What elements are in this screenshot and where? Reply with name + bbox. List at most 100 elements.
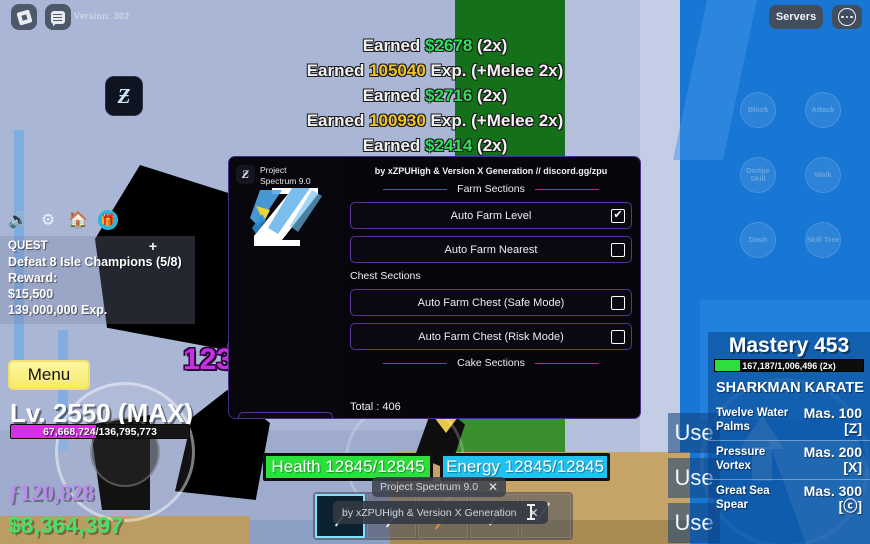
cheat-sections: Farm Sections Auto Farm Level ✔ Auto Farm N… xyxy=(342,183,640,369)
damage-number: 123 xyxy=(183,343,234,376)
earned-suffix: (2x) xyxy=(472,36,508,55)
gift-icon[interactable]: 🎁 xyxy=(98,210,118,230)
cheat-toggle-row[interactable]: Auto Farm Level ✔ xyxy=(350,202,632,229)
earned-prefix: Earned xyxy=(362,36,426,55)
cheat-brand-line2: Spectrum 9.0 xyxy=(260,175,311,186)
fighting-style-name: SHARKMAN KARATE xyxy=(716,380,864,396)
quest-panel: QUEST + Defeat 8 Isle Champions (5/8) Re… xyxy=(0,236,195,324)
mastery-move-list: Twelve Water Palms Mas. 100 [Z] Pressure Vo… xyxy=(708,402,870,518)
mastery-move-key: [Z] xyxy=(844,420,862,436)
earned-log-line: Earned $2716 (2x) xyxy=(0,83,870,108)
menu-button[interactable]: Menu xyxy=(8,360,90,390)
cheat-section-title: Farm Sections xyxy=(457,183,525,195)
cheat-brand-row: Ƶ Project Spectrum 9.0 xyxy=(229,157,342,186)
close-icon[interactable]: ✕ xyxy=(488,480,498,494)
cash-counter: $8,364,397 xyxy=(8,512,124,538)
quest-expand-button[interactable]: + xyxy=(149,238,157,254)
mastery-move-key: [X] xyxy=(843,459,862,475)
earned-log-line: Earned $2678 (2x) xyxy=(0,33,870,58)
checkbox-icon[interactable] xyxy=(611,242,625,257)
earned-prefix: Earned xyxy=(306,111,370,130)
mastery-move-row: Great Sea Spear Mas. 300 [ⓒ] xyxy=(708,479,870,518)
roblox-glyph xyxy=(15,8,33,26)
earned-log: Earned $2678 (2x) Earned 105040 Exp. (+Me… xyxy=(0,33,870,158)
action-circle-walk[interactable]: Walk xyxy=(805,157,841,193)
toast-notification-2[interactable]: by xZPUHigh & Version X Generation ✕ xyxy=(333,501,548,524)
mastery-move-name: Great Sea Spear xyxy=(716,485,770,511)
speaker-icon[interactable]: 🔊 xyxy=(8,210,28,230)
spectrum-logo-art xyxy=(248,188,324,250)
cheat-toggle-label: Auto Farm Chest (Risk Mode) xyxy=(418,330,564,343)
cheat-toggle-row[interactable]: Auto Farm Chest (Safe Mode) xyxy=(350,289,632,316)
mastery-progress-text: 167,187/1,006,496 (2x) xyxy=(742,360,836,371)
checkbox-icon[interactable] xyxy=(611,295,625,310)
section-rule-right xyxy=(534,362,599,364)
version-label: Version: 302 xyxy=(74,11,130,21)
earned-amount: 100930 xyxy=(369,111,426,130)
cheat-panel-sidebar: Ƶ Project Spectrum 9.0 SpectrumGeneralAu… xyxy=(229,157,342,418)
action-circle-dash[interactable]: Dash xyxy=(740,222,776,258)
cheat-total-label: Total : 406 xyxy=(350,401,401,413)
mastery-move-requirement: Mas. 100 [Z] xyxy=(804,406,862,436)
mastery-move-name: Twelve Water Palms xyxy=(716,407,789,433)
hud-icon-row: 🔊 ⚙ 🏠 🎁 xyxy=(8,210,118,230)
spectrum-logo-svg xyxy=(249,188,322,246)
spectrum-z-icon: Ƶ xyxy=(236,165,255,184)
mastery-panel: Mastery 453 167,187/1,006,496 (2x) SHARK… xyxy=(708,332,870,544)
mastery-move-requirement: Mas. 300 [ⓒ] xyxy=(804,484,862,514)
action-circle-dodge[interactable]: Dodge Skill xyxy=(740,157,776,193)
home-icon[interactable]: 🏠 xyxy=(68,210,88,230)
earned-suffix: (2x) xyxy=(472,136,508,155)
mastery-move-level: Mas. 100 xyxy=(803,405,862,421)
toast-1-title: Project Spectrum 9.0 xyxy=(380,481,479,493)
section-rule-left xyxy=(383,362,448,364)
earned-amount: $2414 xyxy=(425,136,473,155)
level-progress-bar: 67,668,724/136,795,773 xyxy=(10,424,190,439)
cheat-toggle-label: Auto Farm Chest (Safe Mode) xyxy=(417,296,565,309)
action-circle-skilltree[interactable]: Skill Tree xyxy=(805,222,841,258)
mastery-progress-bar: 167,187/1,006,496 (2x) xyxy=(714,359,864,372)
quest-reward-exp: 139,000,000 Exp. xyxy=(8,303,108,317)
cheat-panel: Ƶ Project Spectrum 9.0 SpectrumGeneralAu… xyxy=(228,156,641,419)
cheat-section-title: Chest Sections xyxy=(350,270,421,282)
toast-notification-1[interactable]: Project Spectrum 9.0 ✕ xyxy=(372,477,507,497)
level-progress-text: 67,668,724/136,795,773 xyxy=(43,425,157,438)
quest-header-row: QUEST + xyxy=(8,238,187,254)
checkbox-icon[interactable]: ✔ xyxy=(611,208,625,223)
cheat-section-heading: Chest Sections xyxy=(342,270,640,282)
cheat-nav-spectrum[interactable]: Spectrum xyxy=(238,412,333,418)
chat-icon[interactable] xyxy=(45,4,71,30)
quest-header-label: QUEST xyxy=(8,240,48,252)
earned-log-line: Earned 105040 Exp. (+Melee 2x) xyxy=(0,58,870,83)
cheat-brand-text: Project Spectrum 9.0 xyxy=(260,165,311,186)
earned-amount: 105040 xyxy=(369,61,426,80)
mastery-move-requirement: Mas. 200 [X] xyxy=(804,445,862,475)
cheat-toggle-row[interactable]: Auto Farm Chest (Risk Mode) xyxy=(350,323,632,350)
cheat-toggle-row[interactable]: Auto Farm Nearest xyxy=(350,236,632,263)
mastery-move-level: Mas. 200 xyxy=(803,444,862,460)
action-circle-block[interactable]: Block xyxy=(740,92,776,128)
earned-prefix: Earned xyxy=(306,61,370,80)
earned-prefix: Earned xyxy=(362,86,426,105)
quest-reward-label: Reward: xyxy=(8,271,58,285)
mastery-move-row: Twelve Water Palms Mas. 100 [Z] xyxy=(708,402,870,440)
earned-suffix: (2x) xyxy=(472,86,508,105)
cheat-toggle-label: Auto Farm Level xyxy=(450,209,532,222)
servers-button[interactable]: Servers xyxy=(769,5,823,29)
roblox-logo-icon[interactable] xyxy=(11,4,37,30)
section-rule-left xyxy=(383,188,448,190)
earned-log-line: Earned $2414 (2x) xyxy=(0,133,870,158)
section-rule-right xyxy=(534,188,599,190)
earned-prefix: Earned xyxy=(362,136,426,155)
ellipsis-icon[interactable] xyxy=(832,5,862,29)
text-cursor xyxy=(527,504,535,520)
cheat-section-heading: Farm Sections xyxy=(342,183,640,195)
settings-icon[interactable]: ⚙ xyxy=(38,210,58,230)
action-circle-attack[interactable]: Attack xyxy=(805,92,841,128)
earned-amount: $2678 xyxy=(425,36,473,55)
quest-reward-cash: $15,500 xyxy=(8,287,54,301)
mastery-move-key: [ⓒ] xyxy=(838,498,862,514)
cheat-toggle-label: Auto Farm Nearest xyxy=(444,243,538,256)
checkbox-icon[interactable] xyxy=(611,329,625,344)
toast-2-title: by xZPUHigh & Version X Generation xyxy=(342,506,517,519)
